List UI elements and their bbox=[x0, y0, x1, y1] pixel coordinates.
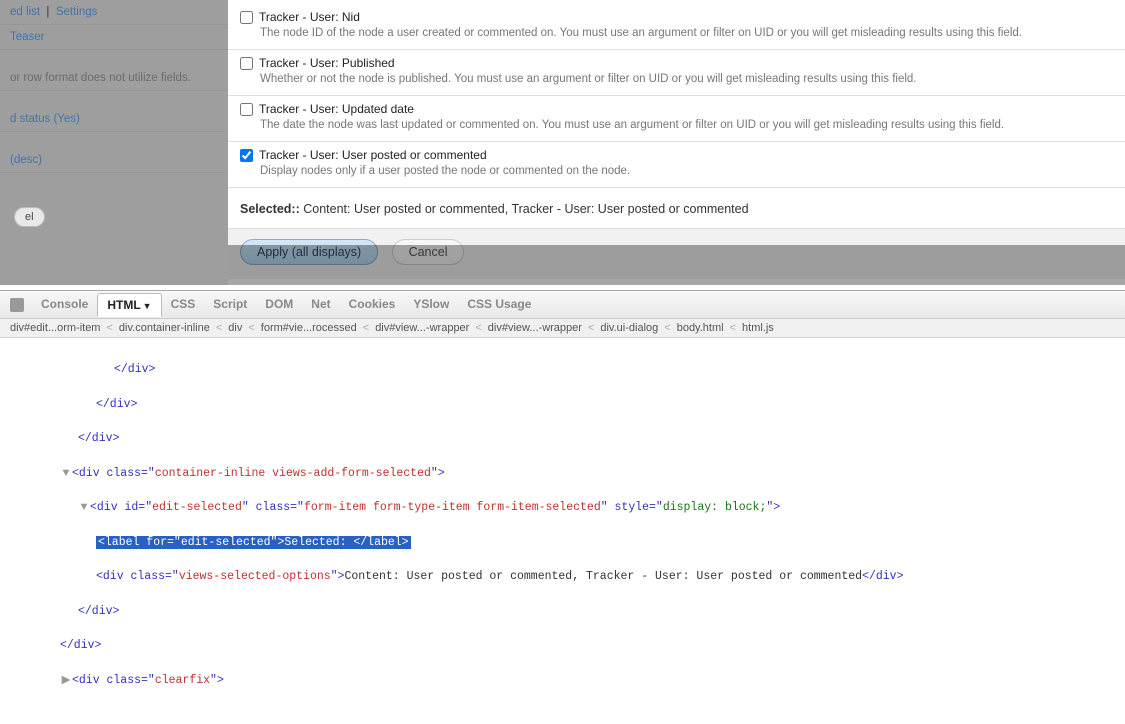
field-option-row: Tracker - User: Nid The node ID of the no… bbox=[228, 0, 1125, 50]
field-label-text: Tracker - User: User posted or commented bbox=[259, 148, 487, 162]
breadcrumb-item[interactable]: div.ui-dialog bbox=[600, 322, 658, 334]
field-label-text: Tracker - User: Updated date bbox=[259, 102, 414, 116]
dimmed-background: ed list | Settings Teaser or row format … bbox=[0, 0, 228, 285]
devtools-breadcrumb: div#edit...orm-item < div.container-inline… bbox=[0, 319, 1125, 338]
devtools-tab-script[interactable]: Script bbox=[204, 293, 256, 317]
bg-button: el bbox=[14, 207, 45, 227]
field-checkbox[interactable] bbox=[240, 11, 253, 24]
field-checkbox-label[interactable]: Tracker - User: Updated date bbox=[240, 102, 1113, 116]
dropdown-arrow-icon: ▼ bbox=[143, 301, 152, 311]
field-checkbox-label[interactable]: Tracker - User: Published bbox=[240, 56, 1113, 70]
selected-value: Content: User posted or commented, Track… bbox=[303, 202, 748, 216]
field-checkbox-label[interactable]: Tracker - User: User posted or commented bbox=[240, 148, 1113, 162]
field-description: Display nodes only if a user posted the … bbox=[260, 165, 1113, 177]
field-checkbox[interactable] bbox=[240, 103, 253, 116]
breadcrumb-item[interactable]: html.js bbox=[742, 322, 774, 334]
breadcrumb-item[interactable]: div.container-inline bbox=[119, 322, 210, 334]
breadcrumb-item[interactable]: div#edit...orm-item bbox=[10, 322, 100, 334]
breadcrumb-separator-icon: < bbox=[106, 322, 112, 334]
disclosure-triangle-icon[interactable]: ▼ bbox=[60, 465, 72, 482]
breadcrumb-separator-icon: < bbox=[216, 322, 222, 334]
breadcrumb-separator-icon: < bbox=[248, 322, 254, 334]
devtools-tab-cookies[interactable]: Cookies bbox=[340, 293, 405, 317]
field-checkbox-label[interactable]: Tracker - User: Nid bbox=[240, 10, 1113, 24]
breadcrumb-item[interactable]: div bbox=[228, 322, 242, 334]
bg-teaser: Teaser bbox=[10, 31, 45, 43]
field-description: The date the node was last updated or co… bbox=[260, 119, 1113, 131]
bg-desc: (desc) bbox=[10, 154, 42, 166]
firebug-icon[interactable] bbox=[10, 298, 24, 312]
field-option-row: Tracker - User: User posted or commented… bbox=[228, 142, 1125, 188]
devtools-tab-bar: ConsoleHTML▼CSSScriptDOMNetCookiesYSlowC… bbox=[0, 291, 1125, 319]
devtools-tab-css[interactable]: CSS bbox=[162, 293, 205, 317]
breadcrumb-separator-icon: < bbox=[588, 322, 594, 334]
breadcrumb-separator-icon: < bbox=[475, 322, 481, 334]
devtools-tab-net[interactable]: Net bbox=[302, 293, 339, 317]
breadcrumb-item[interactable]: form#vie...rocessed bbox=[261, 322, 357, 334]
devtools-html-tree[interactable]: </div> </div> </div> ▼<div class="contai… bbox=[0, 338, 1125, 724]
devtools-tab-html[interactable]: HTML▼ bbox=[97, 293, 161, 317]
breadcrumb-item[interactable]: div#view...-wrapper bbox=[375, 322, 469, 334]
devtools-tab-css-usage[interactable]: CSS Usage bbox=[458, 293, 540, 317]
bg-msg: or row format does not utilize fields. bbox=[10, 72, 191, 84]
field-checkbox[interactable] bbox=[240, 149, 253, 162]
add-fields-dialog: Tracker - User: Nid The node ID of the no… bbox=[228, 0, 1125, 279]
field-checkbox[interactable] bbox=[240, 57, 253, 70]
devtools-tab-yslow[interactable]: YSlow bbox=[404, 293, 458, 317]
bg-link: ed list bbox=[10, 6, 40, 18]
bg-status: d status (Yes) bbox=[10, 113, 80, 125]
devtools-tab-console[interactable]: Console bbox=[32, 293, 97, 317]
field-label-text: Tracker - User: Published bbox=[259, 56, 395, 70]
breadcrumb-separator-icon: < bbox=[363, 322, 369, 334]
field-label-text: Tracker - User: Nid bbox=[259, 10, 360, 24]
bg-link: Settings bbox=[56, 6, 98, 18]
disclosure-triangle-icon[interactable]: ▼ bbox=[78, 499, 90, 516]
breadcrumb-separator-icon: < bbox=[730, 322, 736, 334]
breadcrumb-item[interactable]: div#view...-wrapper bbox=[488, 322, 582, 334]
field-option-row: Tracker - User: Published Whether or not … bbox=[228, 50, 1125, 96]
dimmed-strip bbox=[228, 245, 1125, 285]
selected-summary: Selected:: Content: User posted or comme… bbox=[228, 188, 1125, 228]
devtools-tab-dom[interactable]: DOM bbox=[256, 293, 302, 317]
breadcrumb-item[interactable]: body.html bbox=[677, 322, 724, 334]
field-option-row: Tracker - User: Updated date The date the… bbox=[228, 96, 1125, 142]
selected-dom-node[interactable]: <label for="edit-selected">Selected: </l… bbox=[96, 536, 411, 549]
field-description: The node ID of the node a user created o… bbox=[260, 27, 1113, 39]
breadcrumb-separator-icon: < bbox=[664, 322, 670, 334]
selected-label: Selected:: bbox=[240, 202, 300, 216]
disclosure-triangle-icon[interactable]: ▶ bbox=[60, 672, 72, 689]
devtools-panel: ConsoleHTML▼CSSScriptDOMNetCookiesYSlowC… bbox=[0, 290, 1125, 513]
field-description: Whether or not the node is published. Yo… bbox=[260, 73, 1113, 85]
